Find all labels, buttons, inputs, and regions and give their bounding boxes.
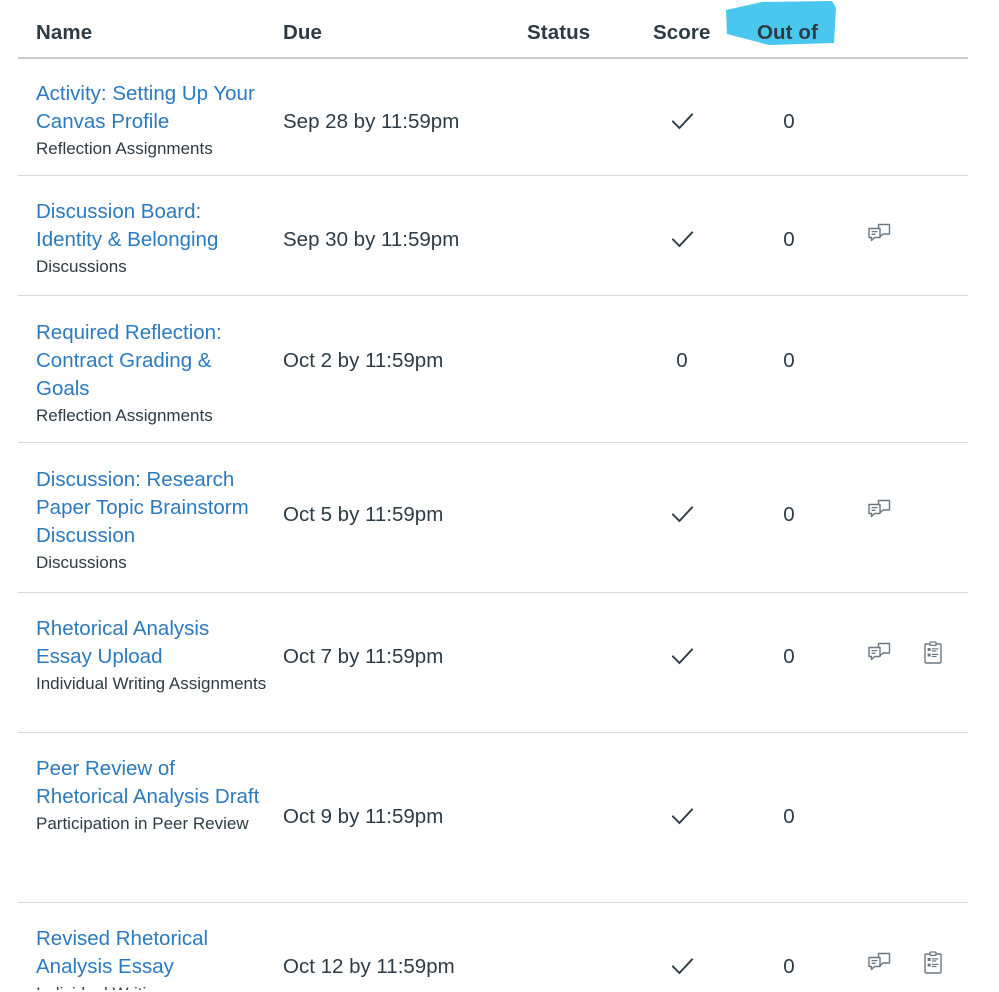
assignment-name-cell: Discussion: Research Paper Topic Brainst… bbox=[36, 466, 268, 575]
table-row: Peer Review of Rhetorical Analysis Draft… bbox=[0, 733, 999, 903]
assignment-table: Name Due Status Score Out of Activity: S… bbox=[0, 0, 999, 990]
assignment-group-label: Individual Writing Assignments bbox=[36, 674, 267, 693]
due-date-cell: Oct 9 by 11:59pm bbox=[283, 803, 513, 831]
assignment-group-label: Individual Writing bbox=[36, 982, 268, 990]
out-of-cell: 0 bbox=[757, 803, 821, 831]
checkmark-icon bbox=[671, 648, 693, 665]
due-date-text: Oct 9 by 11:59pm bbox=[283, 805, 444, 828]
assignment-link[interactable]: Peer Review of Rhetorical Analysis Draft bbox=[36, 755, 268, 811]
table-row: Required Reflection: Contract Grading & … bbox=[0, 296, 999, 443]
assignment-name-cell: Rhetorical Analysis Essay Upload Individ… bbox=[36, 615, 268, 696]
out-of-cell: 0 bbox=[757, 226, 821, 254]
score-cell: 0 bbox=[650, 347, 714, 375]
rubric-icon[interactable] bbox=[920, 950, 946, 976]
score-cell bbox=[650, 643, 714, 675]
out-of-value: 0 bbox=[783, 503, 795, 526]
due-date-cell: Sep 30 by 11:59pm bbox=[283, 226, 513, 254]
due-date-text: Oct 5 by 11:59pm bbox=[283, 503, 444, 526]
table-row: Revised Rhetorical Analysis Essay Indivi… bbox=[0, 903, 999, 990]
due-date-cell: Oct 5 by 11:59pm bbox=[283, 501, 513, 529]
due-date-text: Oct 12 by 11:59pm bbox=[283, 955, 455, 978]
assignment-group-label: Reflection Assignments bbox=[36, 139, 213, 158]
due-date-cell: Oct 2 by 11:59pm bbox=[283, 347, 513, 375]
assignment-group-label: Discussions bbox=[36, 257, 127, 276]
due-date-cell: Sep 28 by 11:59pm bbox=[283, 108, 513, 136]
score-value: 0 bbox=[676, 349, 688, 372]
out-of-cell: 0 bbox=[757, 108, 821, 136]
due-date-cell: Oct 12 by 11:59pm bbox=[283, 953, 513, 981]
checkmark-icon bbox=[671, 808, 693, 825]
due-date-cell: Oct 7 by 11:59pm bbox=[283, 643, 513, 671]
discussion-icon[interactable] bbox=[866, 221, 892, 247]
discussion-icon[interactable] bbox=[866, 640, 892, 666]
due-date-text: Oct 2 by 11:59pm bbox=[283, 349, 444, 372]
assignment-name-cell: Revised Rhetorical Analysis Essay Indivi… bbox=[36, 925, 268, 990]
assignment-group-label: Participation in Peer Review bbox=[36, 814, 249, 833]
out-of-value: 0 bbox=[783, 228, 795, 251]
checkmark-icon bbox=[671, 506, 693, 523]
out-of-value: 0 bbox=[783, 805, 795, 828]
assignment-link[interactable]: Required Reflection: Contract Grading & … bbox=[36, 319, 268, 403]
score-cell bbox=[650, 953, 714, 985]
out-of-cell: 0 bbox=[757, 643, 821, 671]
discussion-icon[interactable] bbox=[866, 497, 892, 523]
assignment-group-label: Discussions bbox=[36, 553, 127, 572]
assignment-link[interactable]: Discussion Board: Identity & Belonging bbox=[36, 198, 268, 254]
table-row: Discussion Board: Identity & Belonging D… bbox=[0, 176, 999, 296]
out-of-value: 0 bbox=[783, 645, 795, 668]
assignment-link[interactable]: Revised Rhetorical Analysis Essay bbox=[36, 925, 268, 981]
checkmark-icon bbox=[671, 113, 693, 130]
assignment-link[interactable]: Discussion: Research Paper Topic Brainst… bbox=[36, 466, 268, 550]
discussion-icon[interactable] bbox=[866, 950, 892, 976]
score-cell bbox=[650, 803, 714, 835]
assignment-group-label: Reflection Assignments bbox=[36, 406, 213, 425]
checkmark-icon bbox=[671, 231, 693, 248]
score-cell bbox=[650, 501, 714, 533]
due-date-text: Sep 28 by 11:59pm bbox=[283, 110, 460, 133]
column-header-status[interactable]: Status bbox=[527, 21, 590, 45]
out-of-value: 0 bbox=[783, 349, 795, 372]
column-header-name[interactable]: Name bbox=[36, 21, 92, 45]
rubric-icon[interactable] bbox=[920, 640, 946, 666]
table-row: Rhetorical Analysis Essay Upload Individ… bbox=[0, 593, 999, 733]
column-header-due[interactable]: Due bbox=[283, 21, 322, 45]
column-header-score[interactable]: Score bbox=[653, 21, 710, 45]
assignment-link[interactable]: Rhetorical Analysis Essay Upload bbox=[36, 615, 268, 671]
score-cell bbox=[650, 108, 714, 140]
table-header-row: Name Due Status Score Out of bbox=[0, 0, 999, 59]
out-of-cell: 0 bbox=[757, 347, 821, 375]
out-of-cell: 0 bbox=[757, 501, 821, 529]
out-of-cell: 0 bbox=[757, 953, 821, 981]
assignment-name-cell: Required Reflection: Contract Grading & … bbox=[36, 319, 268, 428]
due-date-text: Sep 30 by 11:59pm bbox=[283, 228, 460, 251]
column-header-out-of[interactable]: Out of bbox=[757, 21, 818, 45]
checkmark-icon bbox=[671, 958, 693, 975]
score-cell bbox=[650, 226, 714, 258]
table-row: Activity: Setting Up Your Canvas Profile… bbox=[0, 58, 999, 176]
assignment-name-cell: Activity: Setting Up Your Canvas Profile… bbox=[36, 80, 268, 161]
out-of-value: 0 bbox=[783, 110, 795, 133]
out-of-value: 0 bbox=[783, 955, 795, 978]
assignment-name-cell: Discussion Board: Identity & Belonging D… bbox=[36, 198, 268, 279]
assignment-link[interactable]: Activity: Setting Up Your Canvas Profile bbox=[36, 80, 268, 136]
due-date-text: Oct 7 by 11:59pm bbox=[283, 645, 444, 668]
assignment-name-cell: Peer Review of Rhetorical Analysis Draft… bbox=[36, 755, 268, 836]
table-row: Discussion: Research Paper Topic Brainst… bbox=[0, 443, 999, 593]
